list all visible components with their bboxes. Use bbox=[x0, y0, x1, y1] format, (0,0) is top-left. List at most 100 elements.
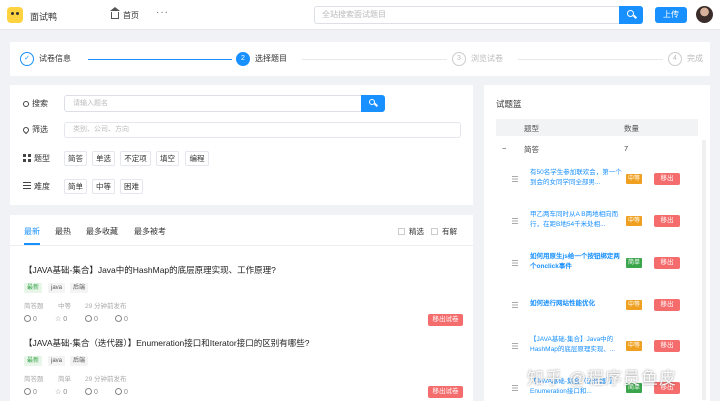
duck-logo-icon[interactable] bbox=[7, 7, 23, 23]
difficulty-badge: 简单 bbox=[626, 258, 643, 268]
top-nav: 面试鸭 首页 ··· 全站搜索面试题目 上传 bbox=[0, 0, 720, 30]
sort-tabs: 最新 最热 最多收藏 最多被考 精选 有解 bbox=[10, 215, 473, 246]
type-label: 题型 bbox=[23, 152, 50, 166]
type-option-fill[interactable]: 填空 bbox=[156, 151, 179, 166]
type-option-single[interactable]: 单选 bbox=[92, 151, 115, 166]
difficulty-option-hard[interactable]: 困难 bbox=[120, 179, 143, 194]
global-search-button[interactable] bbox=[619, 6, 643, 24]
difficulty-badge: 中等 bbox=[626, 216, 643, 226]
tab-latest[interactable]: 最新 bbox=[24, 226, 40, 237]
star-count[interactable]: ☆ 0 bbox=[55, 315, 67, 323]
basket-item-text[interactable]: 【JAVA基础-集合】Java中的HashMap的底层原理实现、... bbox=[530, 335, 624, 355]
basket-item[interactable]: 如何用原生js给一个按钮绑定两个onclick事件 简单 移出 bbox=[496, 250, 698, 276]
search-icon bbox=[369, 99, 375, 105]
step-1-check-icon: ✓ bbox=[20, 52, 34, 66]
nav-home[interactable]: 首页 bbox=[110, 7, 139, 21]
difficulty-badge: 中等 bbox=[626, 341, 643, 351]
question-tag[interactable]: java bbox=[48, 356, 66, 366]
tab-most-favorited[interactable]: 最多收藏 bbox=[86, 226, 118, 237]
avatar[interactable] bbox=[696, 6, 713, 23]
step-3-number: 3 bbox=[452, 52, 466, 66]
basket-item-text[interactable]: 如何进行网站性能优化 bbox=[530, 299, 624, 311]
upload-button[interactable]: 上传 bbox=[655, 7, 687, 23]
basket-remove-button[interactable]: 移出 bbox=[654, 340, 680, 352]
star-icon: ☆ bbox=[55, 389, 62, 396]
basket-remove-button[interactable]: 移出 bbox=[654, 299, 680, 311]
difficulty-badge: 中等 bbox=[626, 174, 643, 184]
step-4-label: 完成 bbox=[687, 54, 703, 63]
has-solution-checkbox[interactable]: 有解 bbox=[431, 226, 457, 237]
remove-from-paper-button[interactable]: 移出试卷 bbox=[428, 314, 463, 326]
comment-count[interactable]: 0 bbox=[85, 315, 98, 323]
difficulty-option-easy[interactable]: 简单 bbox=[64, 179, 87, 194]
question-title[interactable]: 【JAVA基础-集合】Java中的HashMap的底层原理实现、工作原理? bbox=[24, 264, 276, 276]
basket-item-text[interactable]: 如何用原生js给一个按钮绑定两个onclick事件 bbox=[530, 252, 624, 272]
tab-hottest[interactable]: 最热 bbox=[55, 226, 71, 237]
drag-handle-icon[interactable] bbox=[512, 302, 518, 308]
basket-item[interactable]: 有50名学生参加联欢会，第一个到会的女同学同全部男... 中等 移出 bbox=[496, 166, 698, 192]
remove-from-paper-button[interactable]: 移出试卷 bbox=[428, 386, 463, 398]
basket-remove-button[interactable]: 移出 bbox=[654, 257, 680, 269]
basket-item-text[interactable]: 甲乙两车同时从A B两地相向而行，在距B地54千米处相... bbox=[530, 210, 624, 230]
question-title[interactable]: 【JAVA基础-集合（迭代器）】Enumeration接口和Iterator接口… bbox=[24, 337, 309, 349]
question-tag[interactable]: 最新 bbox=[24, 283, 43, 293]
question-tag[interactable]: 后端 bbox=[70, 356, 89, 366]
type-option-coding[interactable]: 编程 bbox=[185, 151, 209, 166]
basket-group-name: 简答 bbox=[524, 145, 539, 154]
basket-remove-button[interactable]: 移出 bbox=[654, 173, 680, 185]
search-icon bbox=[627, 10, 634, 17]
eye-icon bbox=[24, 315, 31, 322]
clock-icon bbox=[115, 388, 122, 395]
step-progress: ✓ 试卷信息 2 选择题目 3 浏览试卷 4 完成 bbox=[10, 42, 710, 76]
step-connector bbox=[518, 59, 663, 60]
type-option-short-answer[interactable]: 简答 bbox=[64, 151, 87, 166]
basket-item[interactable]: 甲乙两车同时从A B两地相向而行，在距B地54千米处相... 中等 移出 bbox=[496, 208, 698, 234]
basket-group[interactable]: − 简答 7 bbox=[496, 142, 698, 158]
step-4-number: 4 bbox=[668, 52, 682, 66]
basket-item[interactable]: 【JAVA基础-集合】Java中的HashMap的底层原理实现、... 中等 移… bbox=[496, 333, 698, 359]
question-tag[interactable]: java bbox=[48, 283, 66, 293]
comment-icon bbox=[85, 388, 92, 395]
star-icon: ☆ bbox=[55, 316, 62, 323]
filter-panel: 搜索 请输入题名 筛选 类别、公司、方向 题型 简答 单选 不定项 填空 编程 … bbox=[10, 85, 473, 205]
drag-handle-icon[interactable] bbox=[512, 343, 518, 349]
basket-item-text[interactable]: 有50名学生参加联欢会，第一个到会的女同学同全部男... bbox=[530, 168, 624, 188]
difficulty-badge: 中等 bbox=[626, 300, 643, 310]
question-type: 简答题 bbox=[24, 376, 44, 383]
home-icon bbox=[110, 7, 120, 19]
drag-handle-icon[interactable] bbox=[512, 176, 518, 182]
drag-handle-icon[interactable] bbox=[512, 385, 518, 391]
comment-icon bbox=[85, 315, 92, 322]
basket-item[interactable]: 如何进行网站性能优化 中等 移出 bbox=[496, 292, 698, 318]
basket-group-count: 7 bbox=[624, 144, 629, 153]
drag-handle-icon[interactable] bbox=[512, 218, 518, 224]
comment-count[interactable]: 0 bbox=[85, 388, 98, 396]
brand-name[interactable]: 面试鸭 bbox=[30, 10, 57, 23]
step-connector bbox=[88, 59, 232, 60]
question-list-panel: 最新 最热 最多收藏 最多被考 精选 有解 【JAVA基础-集合】Java中的H… bbox=[10, 215, 473, 401]
basket-col-count: 数量 bbox=[624, 124, 639, 133]
question-difficulty: 简单 bbox=[58, 376, 71, 383]
question-search-input[interactable]: 请输入题名 bbox=[64, 95, 362, 112]
drag-handle-icon[interactable] bbox=[512, 260, 518, 266]
type-option-multiple[interactable]: 不定项 bbox=[120, 151, 151, 166]
global-search-input[interactable]: 全站搜索面试题目 bbox=[314, 6, 620, 24]
star-count[interactable]: ☆ 0 bbox=[55, 388, 67, 396]
step-1-label: 试卷信息 bbox=[39, 54, 71, 63]
filter-select[interactable]: 类别、公司、方向 bbox=[64, 122, 461, 138]
question-search-button[interactable] bbox=[361, 95, 385, 112]
collapse-icon[interactable]: − bbox=[502, 144, 506, 153]
basket-title: 试题篮 bbox=[496, 99, 522, 109]
featured-checkbox[interactable]: 精选 bbox=[398, 226, 424, 237]
location-pin-icon bbox=[21, 125, 31, 135]
basket-scrollbar[interactable] bbox=[702, 140, 706, 400]
basket-remove-button[interactable]: 移出 bbox=[654, 215, 680, 227]
tab-most-tested[interactable]: 最多被考 bbox=[134, 226, 166, 237]
list-icon bbox=[23, 182, 31, 190]
search-label: 搜索 bbox=[23, 97, 48, 111]
basket-header: 题型 数量 bbox=[496, 119, 698, 136]
question-tag[interactable]: 后端 bbox=[70, 283, 89, 293]
nav-more[interactable]: ··· bbox=[156, 7, 169, 18]
question-tag[interactable]: 最新 bbox=[24, 356, 43, 366]
difficulty-option-medium[interactable]: 中等 bbox=[92, 179, 115, 194]
